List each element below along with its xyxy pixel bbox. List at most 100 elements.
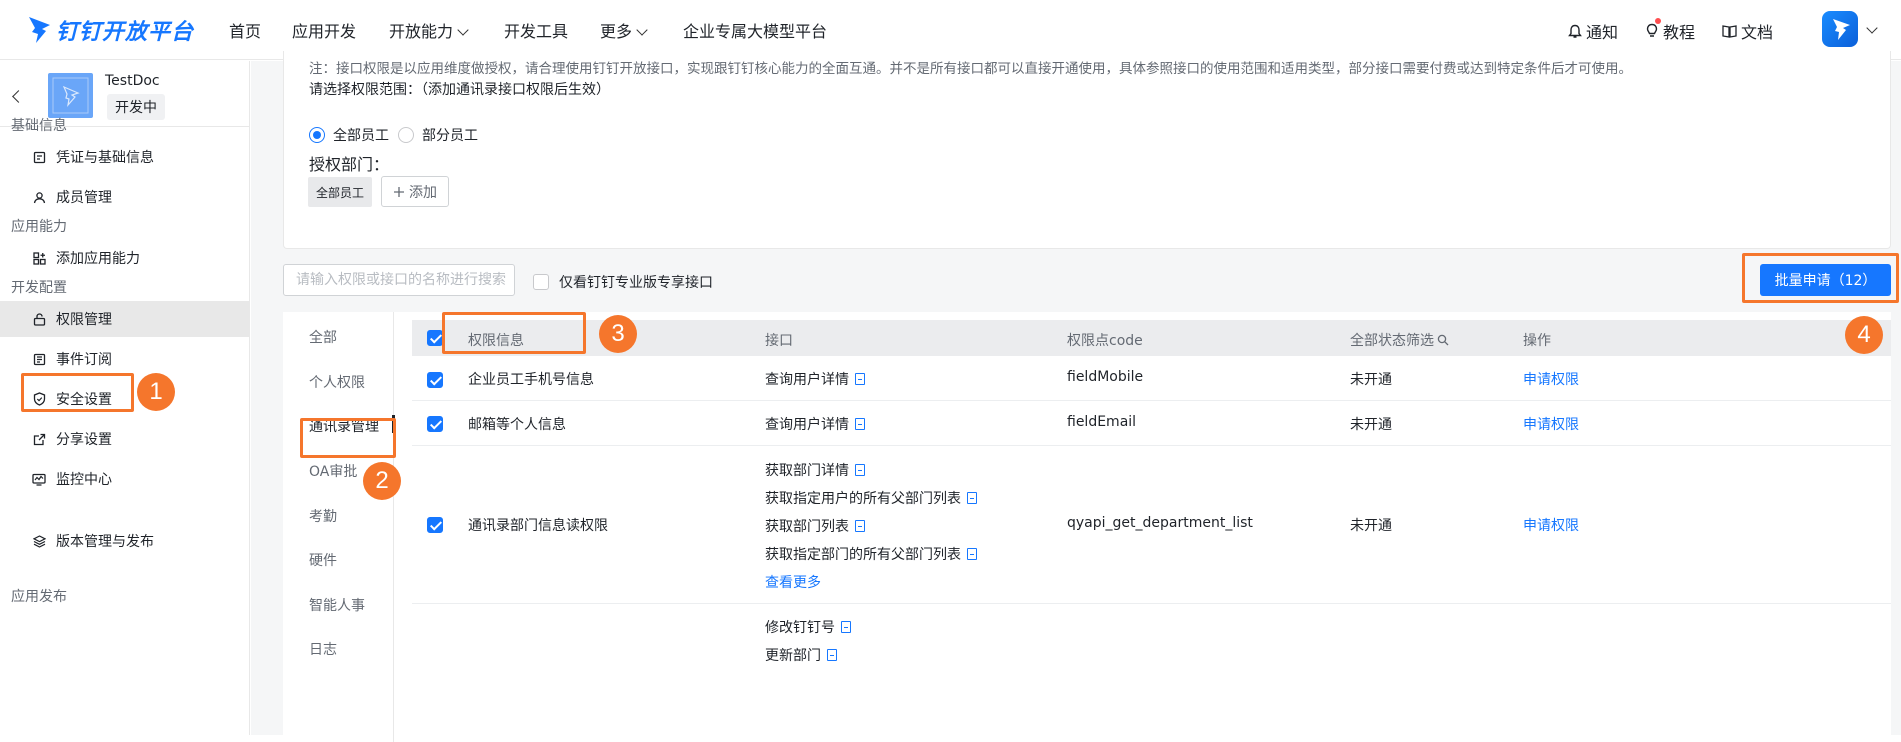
- view-more-link[interactable]: 查看更多: [765, 572, 821, 592]
- nav-app-dev[interactable]: 应用开发: [292, 18, 356, 42]
- tutorial-link[interactable]: 教程: [1645, 19, 1695, 43]
- only-pro-checkbox[interactable]: 仅看钉钉专业版专享接口: [533, 272, 713, 292]
- category-attendance[interactable]: 考勤: [309, 506, 337, 526]
- category-contacts[interactable]: 通讯录管理: [309, 416, 379, 436]
- nav-enterprise-llm[interactable]: 企业专属大模型平台: [683, 18, 827, 42]
- api-link[interactable]: 获取部门列表: [765, 516, 865, 536]
- grid-add-icon: [32, 251, 46, 265]
- th-api: 接口: [765, 333, 793, 349]
- api-link-label: 修改钉钉号: [765, 620, 835, 636]
- chevron-down-icon[interactable]: [1866, 22, 1878, 34]
- category-all[interactable]: 全部: [309, 327, 337, 347]
- radio-part-staff-label: 部分员工: [422, 128, 478, 144]
- sidebar: TestDoc 开发中 基础信息 凭证与基础信息 成员管理 应用能力 添加应用能…: [0, 61, 250, 735]
- sidebar-item-permissions[interactable]: 权限管理: [0, 301, 250, 337]
- api-link[interactable]: 更新部门: [765, 645, 837, 665]
- document-icon: [827, 649, 837, 661]
- sidebar-item-events[interactable]: 事件订阅: [0, 341, 250, 377]
- sidebar-item-monitor[interactable]: 监控中心: [0, 461, 250, 497]
- apply-permission-link[interactable]: 申请权限: [1523, 414, 1579, 434]
- notify-link[interactable]: 通知: [1568, 19, 1618, 43]
- document-icon: [967, 492, 977, 504]
- permission-status: 未开通: [1350, 518, 1392, 534]
- batch-apply-button[interactable]: 批量申请（12）: [1760, 264, 1891, 296]
- dingtalk-logo[interactable]: 钉钉开放平台: [26, 12, 194, 48]
- api-link-label: 获取部门列表: [765, 519, 849, 535]
- sidebar-item-share[interactable]: 分享设置: [0, 421, 250, 457]
- only-pro-label: 仅看钉钉专业版专享接口: [559, 275, 713, 291]
- user-icon: [32, 190, 46, 204]
- permission-status: 未开通: [1350, 417, 1392, 433]
- permission-status: 未开通: [1350, 372, 1392, 388]
- select-all-checkbox[interactable]: [427, 330, 443, 346]
- api-link-label: 获取指定用户的所有父部门列表: [765, 491, 961, 507]
- api-link[interactable]: 修改钉钉号: [765, 617, 851, 637]
- document-icon: [841, 621, 851, 633]
- annotation-badge-1: 1: [137, 373, 175, 411]
- share-icon: [32, 432, 46, 446]
- category-personal[interactable]: 个人权限: [309, 372, 365, 392]
- apply-permission-link[interactable]: 申请权限: [1523, 369, 1579, 389]
- row-checkbox[interactable]: [427, 517, 443, 533]
- row-permission-name: 通讯录部门信息读权限: [468, 518, 608, 534]
- category-hardware[interactable]: 硬件: [309, 550, 337, 570]
- sidebar-item-versions[interactable]: 版本管理与发布: [0, 523, 250, 559]
- plus-icon: [394, 186, 404, 197]
- radio-part-staff[interactable]: 部分员工: [398, 125, 478, 145]
- category-oa[interactable]: OA审批: [309, 461, 357, 481]
- layers-icon: [32, 534, 46, 548]
- nav-dev-tools[interactable]: 开发工具: [504, 18, 568, 42]
- tutorial-label: 教程: [1663, 23, 1696, 42]
- api-link[interactable]: 获取指定用户的所有父部门列表: [765, 488, 977, 508]
- api-link[interactable]: 获取指定部门的所有父部门列表: [765, 544, 977, 564]
- category-smart-hr[interactable]: 智能人事: [309, 595, 365, 615]
- book-icon: [1722, 25, 1737, 38]
- row-checkbox[interactable]: [427, 372, 443, 388]
- sidebar-item-label: 分享设置: [56, 432, 112, 448]
- permission-scope-card: 注：接口权限是以应用维度做授权，请合理使用钉钉开放接口，实现跟钉钉核心能力的全面…: [283, 51, 1891, 249]
- nav-open-capability-label: 开放能力: [389, 22, 454, 41]
- category-log[interactable]: 日志: [309, 639, 337, 659]
- sidebar-item-credentials[interactable]: 凭证与基础信息: [0, 139, 250, 175]
- section-title-release: 应用发布: [11, 589, 67, 605]
- th-permission-info: 权限信息: [468, 333, 524, 349]
- row-permission-name: 企业员工手机号信息: [468, 372, 594, 388]
- sidebar-item-label: 事件订阅: [56, 352, 112, 368]
- th-status[interactable]: 全部状态: [1350, 330, 1406, 350]
- monitor-icon: [32, 472, 46, 486]
- row-checkbox[interactable]: [427, 416, 443, 432]
- section-title-capability: 应用能力: [11, 219, 67, 235]
- search-icon: [1437, 334, 1449, 346]
- scope-label: 请选择权限范围：（添加通讯录接口权限后生效）: [309, 82, 610, 98]
- api-link-label: 更新部门: [765, 648, 821, 664]
- api-link[interactable]: 查询用户详情: [765, 369, 865, 389]
- user-avatar[interactable]: [1822, 11, 1858, 47]
- dept-label: 授权部门：: [309, 155, 390, 174]
- app-icon: [48, 73, 93, 118]
- section-title-basic: 基础信息: [11, 118, 67, 134]
- nav-home[interactable]: 首页: [229, 18, 261, 42]
- permission-panel: 全部 个人权限 通讯录管理 OA审批 考勤 硬件 智能人事 日志 权限信息 接口…: [283, 312, 1891, 742]
- api-link[interactable]: 查询用户详情: [765, 414, 865, 434]
- checkbox-unchecked-icon: [533, 274, 549, 290]
- sidebar-item-label: 安全设置: [56, 392, 112, 408]
- nav-open-capability[interactable]: 开放能力: [389, 18, 469, 42]
- sidebar-item-members[interactable]: 成员管理: [0, 179, 250, 215]
- sidebar-item-security[interactable]: 安全设置: [0, 381, 250, 417]
- permission-search-input[interactable]: [283, 264, 515, 296]
- app-logo-icon: [52, 77, 89, 114]
- docs-link[interactable]: 文档: [1722, 19, 1773, 43]
- api-link[interactable]: 获取部门详情: [765, 460, 865, 480]
- app-name: TestDoc: [105, 73, 160, 89]
- back-arrow-icon[interactable]: [12, 90, 25, 103]
- annotation-badge-3: 3: [599, 315, 637, 353]
- dept-tag[interactable]: 全部员工: [308, 177, 372, 207]
- radio-all-staff[interactable]: 全部员工: [309, 125, 389, 145]
- dingtalk-avatar-icon: [1833, 19, 1850, 40]
- add-dept-button[interactable]: 添加: [381, 176, 449, 207]
- apply-permission-link[interactable]: 申请权限: [1523, 515, 1579, 535]
- nav-more[interactable]: 更多: [600, 18, 648, 42]
- th-filter[interactable]: 筛选: [1406, 330, 1449, 350]
- document-icon: [855, 418, 865, 430]
- sidebar-item-add-capability[interactable]: 添加应用能力: [0, 240, 250, 276]
